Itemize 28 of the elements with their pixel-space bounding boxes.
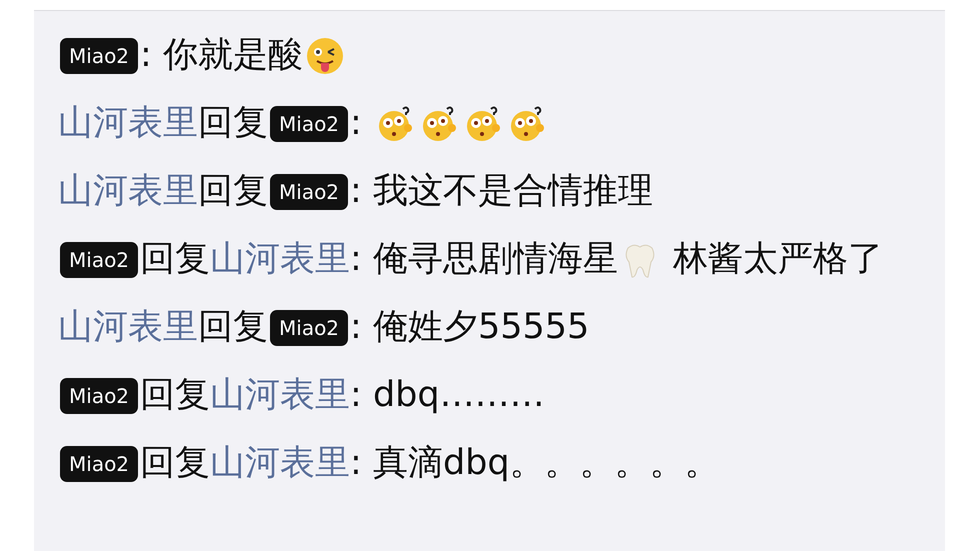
name-sticker: Miao2	[60, 446, 138, 482]
reply-label: 回复	[198, 103, 268, 143]
winking-face-icon	[304, 36, 345, 76]
user-name[interactable]: 山河表里	[210, 239, 350, 279]
comment-text: : 俺姓夕55555	[350, 307, 590, 347]
comment-text: :	[350, 103, 363, 143]
comment-text: : 真滴dbq。。。。。。	[350, 443, 720, 483]
comment-text: : 我这不是合情推理	[350, 171, 653, 211]
reply-label: 回复	[140, 443, 210, 483]
name-sticker: Miao2	[60, 378, 138, 414]
reply-label: 回复	[198, 307, 268, 347]
user-name[interactable]: 山河表里	[58, 103, 198, 143]
name-sticker: Miao2	[270, 310, 348, 346]
reply-label: 回复	[140, 239, 210, 279]
user-name[interactable]: 山河表里	[58, 171, 198, 211]
comment-text: 林酱太严格了	[672, 239, 884, 279]
name-sticker: Miao2	[270, 106, 348, 142]
comment-text: : 你就是酸	[140, 35, 303, 75]
comment-text: : dbq………	[350, 375, 545, 415]
name-sticker: Miao2	[60, 242, 138, 278]
reply-label: 回复	[198, 171, 268, 211]
name-sticker: Miao2	[60, 38, 138, 74]
user-name[interactable]: 山河表里	[210, 375, 350, 415]
reply-label: 回复	[140, 375, 210, 415]
comment-text: : 俺寻思剧情海星	[350, 239, 618, 279]
user-name[interactable]: 山河表里	[58, 307, 198, 347]
name-sticker: Miao2	[270, 174, 348, 210]
user-name[interactable]: 山河表里	[210, 443, 350, 483]
